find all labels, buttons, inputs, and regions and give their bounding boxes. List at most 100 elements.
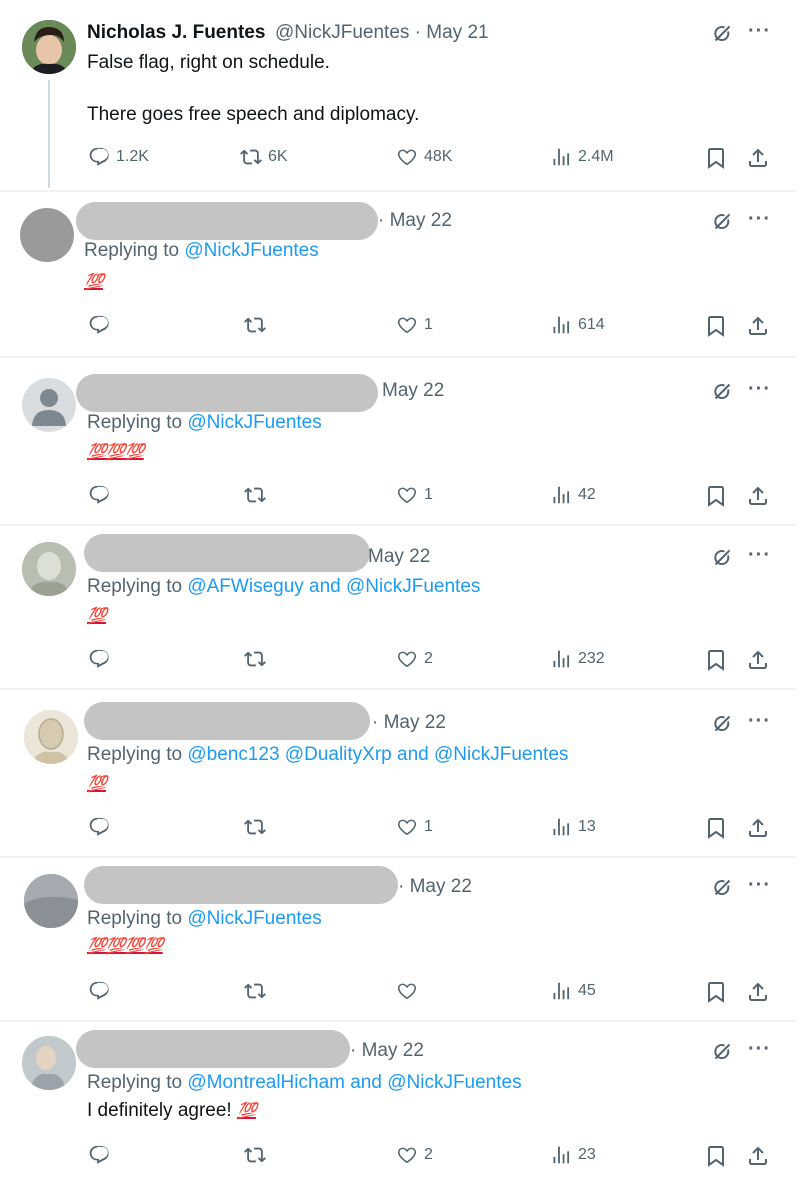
like-button[interactable]: 1: [396, 484, 433, 506]
bookmark-icon[interactable]: [704, 146, 728, 170]
reply-date[interactable]: · May 22: [378, 210, 452, 232]
more-icon[interactable]: ···: [748, 1038, 771, 1061]
bookmark-icon[interactable]: [704, 484, 728, 508]
grok-icon[interactable]: [710, 876, 734, 900]
views-button[interactable]: 13: [550, 816, 596, 838]
like-button[interactable]: 1: [396, 816, 433, 838]
avatar[interactable]: [20, 208, 74, 262]
replying-to: Replying to @benc123 @DualityXrp and @Ni…: [87, 744, 569, 765]
share-icon[interactable]: [746, 980, 770, 1004]
more-icon[interactable]: ···: [748, 208, 771, 231]
reply-button[interactable]: [88, 648, 110, 670]
avatar[interactable]: [22, 1036, 76, 1090]
grok-icon[interactable]: [710, 210, 734, 234]
redacted-username: [76, 1030, 350, 1068]
views-button[interactable]: 45: [550, 980, 596, 1002]
reply-button[interactable]: [88, 314, 110, 336]
views-button[interactable]: 23: [550, 1144, 596, 1166]
retweet-button[interactable]: [244, 648, 266, 670]
more-icon[interactable]: ···: [748, 710, 771, 733]
grok-icon[interactable]: [710, 380, 734, 404]
like-button[interactable]: 2: [396, 648, 433, 670]
reply-button[interactable]: [88, 980, 110, 1002]
like-button[interactable]: 2: [396, 1144, 433, 1166]
grok-icon[interactable]: [710, 1040, 734, 1064]
reply-date[interactable]: May 22: [382, 380, 444, 402]
reply-tweet[interactable]: · May 22 ··· Replying to @NickJFuentes 💯…: [0, 192, 796, 352]
more-icon[interactable]: ···: [748, 544, 771, 567]
views-icon: [550, 146, 572, 168]
mention-link[interactable]: @benc123 @DualityXrp and @NickJFuentes: [187, 744, 568, 765]
mention-link[interactable]: @NickJFuentes: [187, 412, 321, 433]
heart-icon: [396, 1144, 418, 1166]
author-name[interactable]: Nicholas J. Fuentes: [87, 22, 265, 44]
reply-date[interactable]: · May 22: [372, 712, 446, 734]
bookmark-icon[interactable]: [704, 816, 728, 840]
retweet-button[interactable]: 6K: [240, 146, 288, 168]
reply-tweet[interactable]: · May 22 ··· Replying to @benc123 @Duali…: [0, 690, 796, 856]
reply-date[interactable]: May 22: [368, 546, 430, 568]
share-icon[interactable]: [746, 816, 770, 840]
share-icon[interactable]: [746, 648, 770, 672]
hundred-emoji: 💯: [236, 1101, 257, 1120]
mention-link[interactable]: @AFWiseguy and @NickJFuentes: [187, 576, 480, 597]
avatar[interactable]: [24, 874, 78, 928]
reply-button[interactable]: 1.2K: [88, 146, 149, 168]
grok-icon[interactable]: [710, 712, 734, 736]
redacted-username: [84, 866, 398, 904]
share-icon[interactable]: [746, 146, 770, 170]
reply-button[interactable]: [88, 484, 110, 506]
redacted-username: [84, 534, 370, 572]
avatar[interactable]: [22, 542, 76, 596]
retweet-button[interactable]: [244, 484, 266, 506]
avatar[interactable]: [22, 20, 76, 74]
more-icon[interactable]: ···: [748, 874, 771, 897]
avatar[interactable]: [22, 378, 76, 432]
grok-icon[interactable]: [710, 546, 734, 570]
bookmark-icon[interactable]: [704, 980, 728, 1004]
replying-to: Replying to @NickJFuentes: [87, 412, 322, 433]
avatar[interactable]: [24, 710, 78, 764]
share-icon[interactable]: [746, 314, 770, 338]
main-tweet[interactable]: Nicholas J. Fuentes @NickJFuentes · May …: [0, 0, 796, 190]
tweet-text-line1: False flag, right on schedule.: [87, 52, 330, 73]
redacted-username: [76, 374, 378, 412]
mention-link[interactable]: @NickJFuentes: [187, 908, 321, 929]
mention-link[interactable]: @MontrealHicham and @NickJFuentes: [187, 1072, 521, 1093]
reply-tweet[interactable]: · May 22 ··· Replying to @MontrealHicham…: [0, 1022, 796, 1200]
hundred-emoji: 💯: [84, 272, 104, 291]
reply-button[interactable]: [88, 816, 110, 838]
retweet-icon: [244, 980, 266, 1002]
views-button[interactable]: 614: [550, 314, 605, 336]
retweet-button[interactable]: [244, 1144, 266, 1166]
mention-link[interactable]: @NickJFuentes: [184, 240, 318, 261]
reply-button[interactable]: [88, 1144, 110, 1166]
share-icon[interactable]: [746, 484, 770, 508]
replying-to: Replying to @NickJFuentes: [87, 908, 322, 929]
bookmark-icon[interactable]: [704, 314, 728, 338]
bookmark-icon[interactable]: [704, 1144, 728, 1168]
hundred-emoji: 💯: [87, 774, 107, 793]
grok-icon[interactable]: [710, 22, 734, 46]
reply-date[interactable]: · May 22: [350, 1040, 424, 1062]
retweet-button[interactable]: [244, 980, 266, 1002]
share-icon[interactable]: [746, 1144, 770, 1168]
views-button[interactable]: 2.4M: [550, 146, 614, 168]
retweet-button[interactable]: [244, 314, 266, 336]
author-handle[interactable]: @NickJFuentes · May 21: [275, 22, 489, 44]
views-button[interactable]: 42: [550, 484, 596, 506]
reply-tweet[interactable]: May 22 ··· Replying to @AFWiseguy and @N…: [0, 526, 796, 688]
like-button[interactable]: [396, 980, 424, 1002]
like-button[interactable]: 48K: [396, 146, 452, 168]
reply-date[interactable]: · May 22: [398, 876, 472, 898]
like-button[interactable]: 1: [396, 314, 433, 336]
reply-tweet[interactable]: · May 22 ··· Replying to @NickJFuentes 💯…: [0, 858, 796, 1020]
more-icon[interactable]: ···: [748, 20, 771, 43]
views-icon: [550, 648, 572, 670]
bookmark-icon[interactable]: [704, 648, 728, 672]
reply-tweet[interactable]: May 22 ··· Replying to @NickJFuentes 💯💯💯…: [0, 358, 796, 522]
views-button[interactable]: 232: [550, 648, 605, 670]
more-icon[interactable]: ···: [748, 378, 771, 401]
retweet-icon: [244, 1144, 266, 1166]
retweet-button[interactable]: [244, 816, 266, 838]
